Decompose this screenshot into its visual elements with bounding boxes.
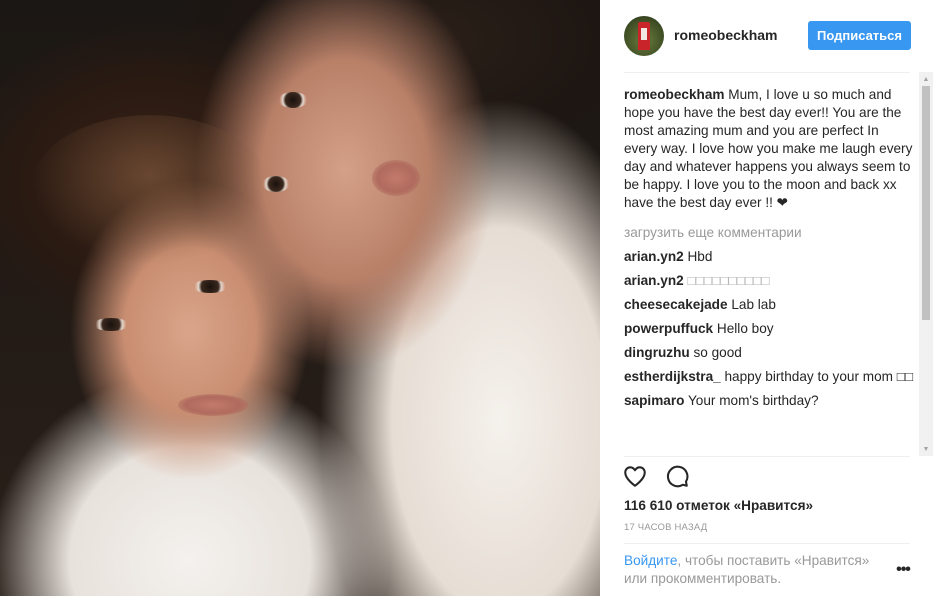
comment-text: □□□□□□□□□□ [683, 273, 770, 288]
comment-item: powerpuffuck Hello boy [624, 320, 914, 338]
comment-author[interactable]: arian.yn2 [624, 273, 684, 288]
comment-author[interactable]: sapimaro [624, 393, 684, 408]
divider [624, 543, 910, 544]
comment-author[interactable]: dingruzhu [624, 345, 690, 360]
more-options-icon[interactable]: ••• [891, 561, 915, 579]
comment-item: dingruzhu so good [624, 344, 914, 362]
post-photo[interactable] [0, 0, 600, 596]
follow-button[interactable]: Подписаться [808, 21, 911, 50]
scroll-down-arrow-icon[interactable]: ▼ [919, 442, 933, 456]
post-timestamp[interactable]: 17 ЧАСОВ НАЗАД [624, 522, 707, 533]
login-prompt: Войдите, чтобы поставить «Нравится» или … [624, 552, 884, 588]
divider [624, 72, 910, 73]
photo-detail [178, 394, 248, 416]
login-link[interactable]: Войдите [624, 553, 677, 568]
comment-text: Lab lab [727, 297, 776, 312]
comment-author[interactable]: arian.yn2 [624, 249, 684, 264]
likes-count[interactable]: 116 610 отметок «Нравится» [624, 498, 813, 513]
post-sidebar: romeobeckham Подписаться romeobeckham Mu… [600, 0, 933, 596]
comment-author[interactable]: cheesecakejade [624, 297, 728, 312]
caption-text: Mum, I love u so much and hope you have … [624, 87, 913, 210]
comment-text: so good [689, 345, 742, 360]
comment-item: sapimaro Your mom's birthday? [624, 392, 914, 410]
divider [624, 456, 910, 457]
comments-list[interactable]: romeobeckham Mum, I love u so much and h… [624, 86, 914, 450]
comment-item: arian.yn2 □□□□□□□□□□ [624, 272, 914, 290]
comment-text: Hbd [683, 249, 713, 264]
post-username[interactable]: romeobeckham [674, 27, 777, 43]
post-header: romeobeckham Подписаться [600, 0, 933, 72]
scroll-thumb[interactable] [922, 86, 930, 320]
scroll-up-arrow-icon[interactable]: ▲ [919, 72, 933, 86]
photo-detail [30, 115, 270, 265]
load-more-comments-link[interactable]: загрузить еще комментарии [624, 224, 914, 242]
avatar[interactable] [624, 16, 664, 56]
photo-detail [262, 176, 290, 192]
avatar-picture [638, 22, 650, 50]
photo-detail [192, 280, 228, 293]
comments-scrollbar[interactable]: ▲ ▼ [919, 72, 933, 456]
comment-item: estherdijkstra_ happy birthday to your m… [624, 368, 914, 386]
comment-item: cheesecakejade Lab lab [624, 296, 914, 314]
photo-detail [372, 160, 420, 196]
comment-text: Hello boy [713, 321, 774, 336]
photo-detail [278, 92, 308, 108]
post-actions [622, 463, 690, 489]
heart-icon[interactable] [622, 463, 648, 489]
comment-author[interactable]: estherdijkstra_ [624, 369, 721, 384]
photo-detail [93, 318, 129, 331]
caption-author[interactable]: romeobeckham [624, 87, 724, 102]
comment-author[interactable]: powerpuffuck [624, 321, 713, 336]
post-caption: romeobeckham Mum, I love u so much and h… [624, 86, 914, 212]
comment-item: arian.yn2 Hbd [624, 248, 914, 266]
comment-icon[interactable] [664, 463, 690, 489]
comment-text: Your mom's birthday? [684, 393, 819, 408]
comment-text: happy birthday to your mom □□ [720, 369, 914, 384]
